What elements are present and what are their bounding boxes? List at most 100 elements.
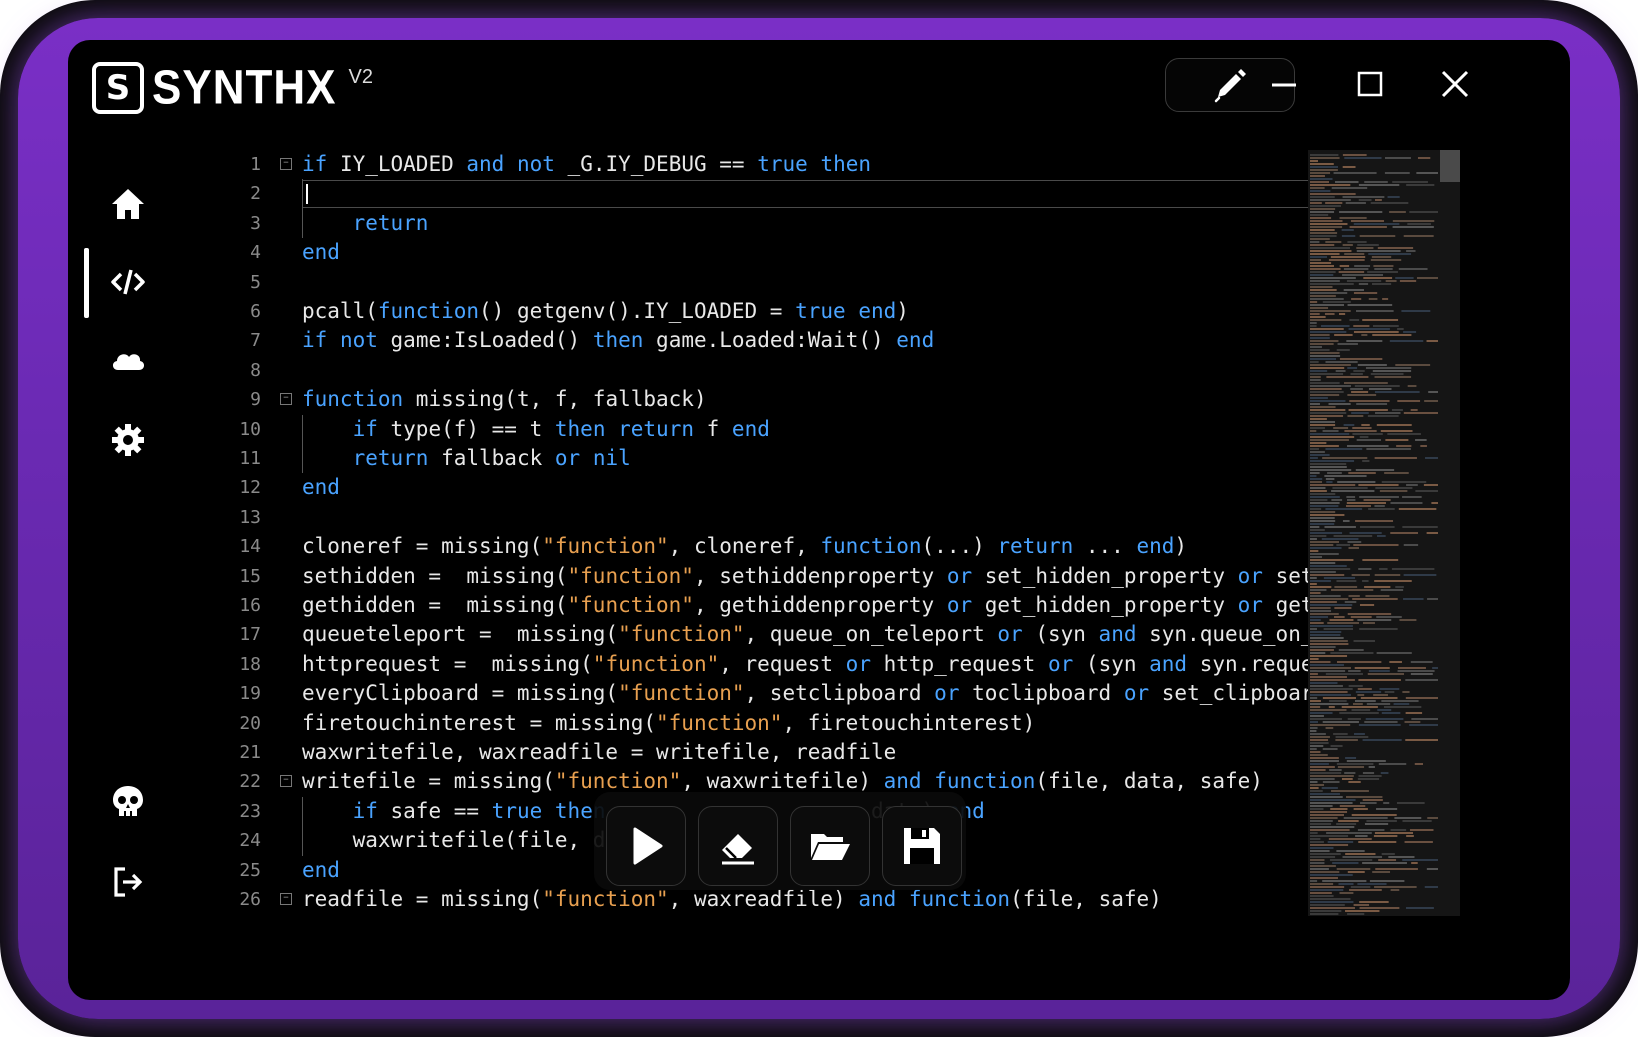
minimap-line <box>1368 253 1412 255</box>
code-line[interactable]: 10 if type(f) == t then return f end <box>228 415 1308 444</box>
code-line[interactable]: 20 firetouchinterest = missing("function"… <box>228 709 1308 738</box>
code-line[interactable]: 6 pcall(function() getgenv().IY_LOADED = … <box>228 297 1308 326</box>
minimize-button[interactable] <box>1262 62 1306 106</box>
minimap-line <box>1333 535 1373 537</box>
minimap-line <box>1310 553 1339 555</box>
home-icon <box>112 189 144 219</box>
minimap-line <box>1310 373 1344 375</box>
clear-button[interactable] <box>698 806 778 886</box>
minimap-line <box>1360 802 1377 804</box>
minimap-line <box>1310 508 1322 510</box>
minimap-line <box>1310 805 1333 807</box>
app-name: SYNTHX <box>152 60 337 115</box>
save-button[interactable] <box>882 806 962 886</box>
sidebar-item-home[interactable] <box>108 184 148 224</box>
fold-toggle-icon[interactable]: − <box>280 158 292 170</box>
minimap-line <box>1310 763 1329 765</box>
minimap-line <box>1310 742 1329 744</box>
minimap-line <box>1326 481 1333 483</box>
minimap[interactable] <box>1308 150 1460 916</box>
line-number: 11 <box>239 448 261 469</box>
code-line[interactable]: 19 everyClipboard = missing("function", s… <box>228 679 1308 708</box>
minimap-line <box>1391 409 1403 411</box>
code-line[interactable]: 3 return <box>228 209 1308 238</box>
line-number: 12 <box>239 477 261 499</box>
minimap-line <box>1345 910 1380 912</box>
minimap-line <box>1334 181 1359 183</box>
code-line[interactable]: 4 end <box>228 238 1308 267</box>
minimap-line <box>1338 649 1364 651</box>
code-line[interactable]: 8 <box>228 356 1308 385</box>
code-line[interactable]: 9 − function missing(t, f, fallback) <box>228 385 1308 414</box>
minimap-line <box>1397 670 1435 672</box>
minimap-line <box>1355 520 1394 522</box>
sidebar-item-logout[interactable] <box>108 862 148 902</box>
minimap-line <box>1310 817 1338 819</box>
minimap-line <box>1310 484 1356 486</box>
code-line[interactable]: 17 queueteleport = missing("function", qu… <box>228 620 1308 649</box>
minimap-line <box>1310 394 1340 396</box>
minimap-line <box>1373 694 1388 696</box>
code-token: , sethiddenproperty <box>693 563 947 588</box>
minimap-line <box>1364 586 1391 588</box>
fold-toggle-icon[interactable]: − <box>280 893 292 905</box>
code-line[interactable]: 13 <box>228 503 1308 532</box>
string-token: "function" <box>542 887 669 911</box>
minimap-line <box>1310 292 1348 294</box>
minimap-scroll-thumb[interactable] <box>1440 150 1460 182</box>
minimap-line <box>1310 574 1345 576</box>
code-line[interactable]: 11 return fallback or nil <box>228 444 1308 473</box>
minimap-line <box>1403 235 1434 237</box>
minimap-line <box>1331 790 1369 792</box>
open-file-button[interactable] <box>790 806 870 886</box>
minimap-line <box>1310 565 1347 567</box>
minimap-line <box>1310 418 1327 420</box>
code-line[interactable]: 7 if not game:IsLoaded() then game.Loaded… <box>228 326 1308 355</box>
sidebar-item-settings[interactable] <box>108 420 148 460</box>
execute-button[interactable] <box>606 806 686 886</box>
code-line[interactable]: 1 − if IY_LOADED and not _G.IY_DEBUG == tr… <box>228 150 1308 179</box>
minimap-line <box>1310 490 1327 492</box>
code-line[interactable]: 5 <box>228 268 1308 297</box>
line-code: firetouchinterest = missing("function", … <box>302 709 1035 738</box>
minimap-line <box>1336 661 1382 663</box>
minimap-line <box>1392 220 1435 222</box>
code-line[interactable]: 15 sethidden = missing("function", sethid… <box>228 562 1308 591</box>
minimap-line <box>1343 289 1364 291</box>
minimap-line <box>1355 691 1382 693</box>
code-line[interactable]: 2 <box>228 179 1308 208</box>
sidebar-item-cloud[interactable] <box>108 340 148 380</box>
code-token: (file, data, safe) <box>1035 769 1263 794</box>
code-line[interactable]: 18 httprequest = missing("function", requ… <box>228 650 1308 679</box>
minimap-line <box>1310 586 1332 588</box>
code-line[interactable]: 16 gethidden = missing("function", gethid… <box>228 591 1308 620</box>
minimap-line <box>1409 829 1434 831</box>
minimap-line <box>1310 535 1327 537</box>
sidebar-item-editor[interactable] <box>108 262 148 302</box>
minimap-line <box>1381 481 1427 483</box>
maximize-button[interactable] <box>1348 62 1392 106</box>
minimap-line <box>1393 703 1410 705</box>
minimap-line <box>1351 298 1362 300</box>
minimap-line <box>1342 274 1384 276</box>
minimap-line <box>1370 202 1409 204</box>
minimap-line <box>1310 772 1342 774</box>
minimap-line <box>1372 334 1412 336</box>
fold-toggle-icon[interactable]: − <box>280 393 292 406</box>
minimap-line <box>1405 739 1438 741</box>
sidebar-item-skull[interactable] <box>108 782 148 822</box>
keyword-token: not <box>516 152 555 176</box>
minimap-line <box>1310 811 1348 813</box>
close-button[interactable] <box>1433 62 1477 106</box>
minimap-line <box>1310 778 1335 780</box>
minimap-line <box>1310 697 1318 699</box>
code-line[interactable]: 21 waxwritefile, waxreadfile = writefile,… <box>228 738 1308 767</box>
minimap-line <box>1387 433 1421 435</box>
code-line[interactable]: 14 cloneref = missing("function", clonere… <box>228 532 1308 561</box>
fold-toggle-icon[interactable]: − <box>280 775 292 788</box>
minimap-line <box>1310 556 1322 558</box>
minimap-line <box>1310 628 1317 630</box>
code-line[interactable]: 12 end <box>228 473 1308 502</box>
minimap-line <box>1428 391 1438 393</box>
